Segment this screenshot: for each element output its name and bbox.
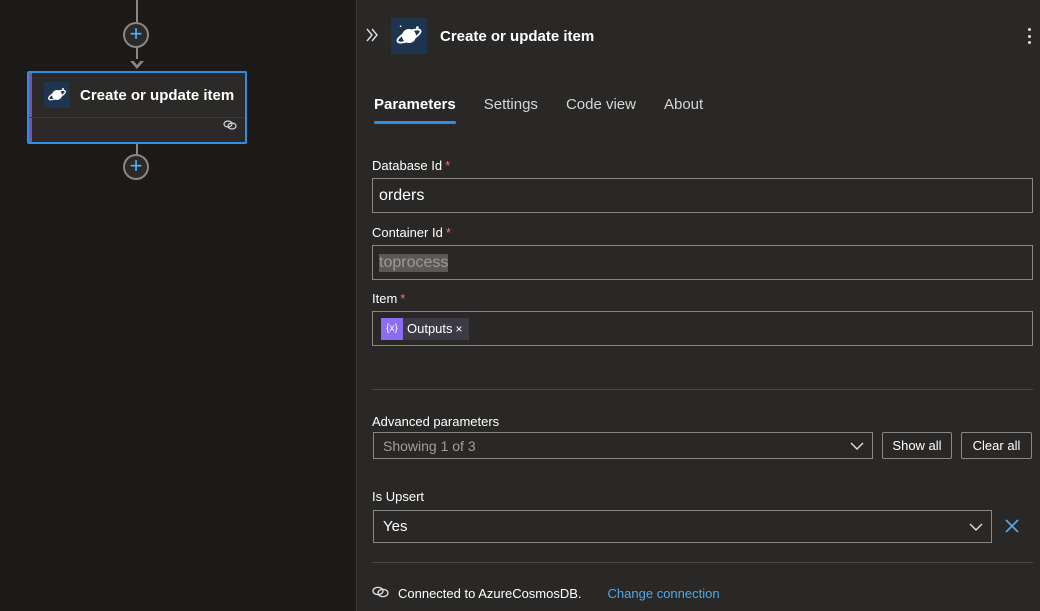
connection-link-icon <box>372 585 389 602</box>
collapse-panel-icon[interactable] <box>365 27 379 48</box>
node-header: Create or update item <box>29 73 245 118</box>
item-label: Item * <box>372 291 405 306</box>
add-step-button-top[interactable]: + <box>123 22 149 48</box>
chevron-down-icon <box>969 523 983 531</box>
change-connection-link[interactable]: Change connection <box>608 586 720 601</box>
is-upsert-value: Yes <box>383 518 408 535</box>
required-marker: * <box>400 291 406 306</box>
container-id-label: Container Id * <box>372 225 451 240</box>
panel-title: Create or update item <box>440 28 595 45</box>
connection-footer: Connected to AzureCosmosDB. Change conne… <box>372 585 720 602</box>
section-divider <box>372 389 1033 390</box>
tab-parameters[interactable]: Parameters <box>374 96 456 124</box>
chevron-down-icon <box>850 442 864 450</box>
tab-about[interactable]: About <box>664 96 703 123</box>
cosmos-db-icon <box>391 18 427 54</box>
container-id-input[interactable]: toprocess <box>372 245 1033 280</box>
connector-line-top <box>136 0 138 22</box>
connection-status: Connected to AzureCosmosDB. <box>398 586 582 601</box>
item-input[interactable]: {x} Outputs × <box>372 311 1033 346</box>
cosmos-db-icon <box>44 82 70 108</box>
panel-tabs: Parameters Settings Code view About <box>374 96 731 124</box>
node-title: Create or update item <box>80 86 235 104</box>
database-id-value: orders <box>379 186 425 204</box>
advanced-parameters-dropdown[interactable]: Showing 1 of 3 <box>373 432 873 459</box>
required-marker: * <box>445 225 451 240</box>
clear-all-button[interactable]: Clear all <box>961 432 1032 459</box>
required-marker: * <box>445 158 451 173</box>
container-id-label-text: Container Id <box>372 225 443 240</box>
show-all-button[interactable]: Show all <box>882 432 952 459</box>
database-id-label: Database Id * <box>372 158 450 173</box>
token-remove-button[interactable]: × <box>456 322 463 336</box>
footer-divider <box>372 562 1033 563</box>
plus-icon: + <box>129 21 143 46</box>
expression-icon: {x} <box>381 317 403 340</box>
plus-icon: + <box>129 153 143 178</box>
add-step-button-bottom[interactable]: + <box>123 154 149 180</box>
remove-parameter-close-icon[interactable] <box>1003 517 1021 540</box>
item-label-text: Item <box>372 291 398 306</box>
container-id-value: toprocess <box>379 253 449 272</box>
tab-code-view[interactable]: Code view <box>566 96 636 123</box>
advanced-parameters-value: Showing 1 of 3 <box>383 437 476 454</box>
arrow-down-icon <box>130 59 144 69</box>
database-id-label-text: Database Id <box>372 158 443 173</box>
is-upsert-dropdown[interactable]: Yes <box>373 510 992 543</box>
outputs-token[interactable]: {x} Outputs × <box>381 317 469 340</box>
workflow-node-create-update-item[interactable]: Create or update item <box>27 71 247 144</box>
designer-canvas: + Create or update item + <box>0 0 356 611</box>
more-options-icon[interactable] <box>1024 26 1034 46</box>
is-upsert-label: Is Upsert <box>372 489 425 504</box>
database-id-input[interactable]: orders <box>372 178 1033 213</box>
token-label: Outputs <box>407 321 453 336</box>
tab-settings[interactable]: Settings <box>484 96 538 123</box>
details-panel: Create or update item Parameters Setting… <box>357 0 1040 611</box>
panel-header: Create or update item <box>357 0 1040 72</box>
advanced-parameters-label: Advanced parameters <box>372 414 500 429</box>
link-icon <box>223 118 237 136</box>
